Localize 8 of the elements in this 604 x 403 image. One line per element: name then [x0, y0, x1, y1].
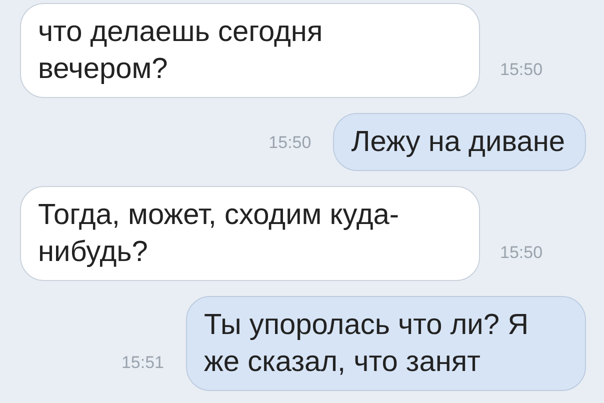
message-time: 15:50: [500, 242, 543, 264]
message-time: 15:50: [500, 58, 543, 80]
message-time: 15:51: [121, 352, 164, 374]
message-bubble: Лежу на диване: [333, 113, 586, 171]
message-time: 15:50: [268, 132, 312, 154]
message-bubble: Ты упоролась что ли? Я же сказал, что занят: [186, 296, 586, 391]
message-bubble: Тогда, может, сходим куда-нибудь?: [20, 186, 480, 281]
message-bubble: что делаешь сегодня вечером?: [20, 3, 480, 98]
